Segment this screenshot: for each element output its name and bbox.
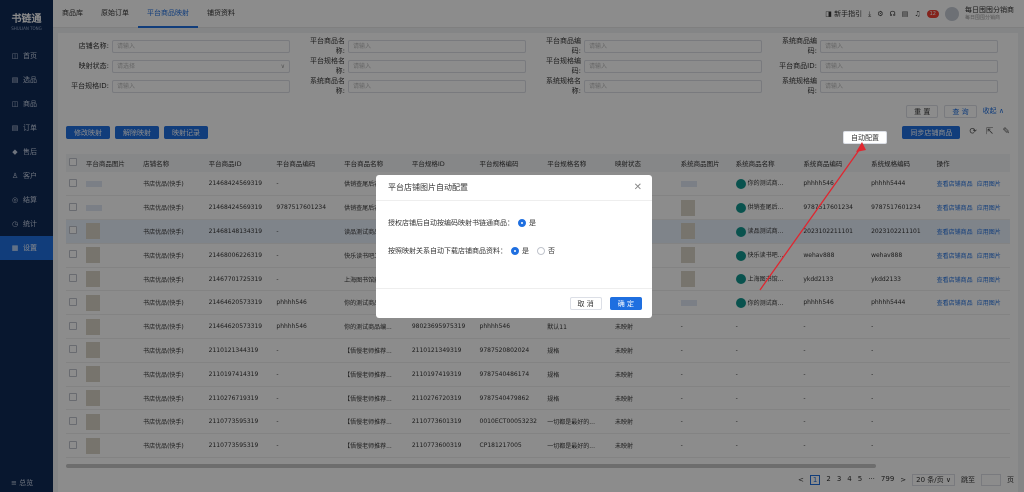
auto-map-yes-label[interactable]: 是 bbox=[529, 218, 536, 228]
auto-download-yes-label[interactable]: 是 bbox=[522, 246, 529, 256]
auto-download-yes-radio[interactable] bbox=[511, 247, 519, 255]
auto-config-modal: 平台店铺图片自动配置 ✕ 授权店铺后自动按编码映射书链通商品： 是 按照映射关系… bbox=[376, 175, 652, 318]
modal-title: 平台店铺图片自动配置 bbox=[388, 183, 468, 192]
auto-download-no-radio[interactable] bbox=[537, 247, 545, 255]
close-icon[interactable]: ✕ bbox=[634, 182, 642, 193]
auto-map-row: 授权店铺后自动按编码映射书链通商品： 是 bbox=[388, 213, 640, 233]
auto-download-no-label[interactable]: 否 bbox=[548, 246, 555, 256]
confirm-button[interactable]: 确 定 bbox=[609, 297, 642, 310]
auto-map-label: 授权店铺后自动按编码映射书链通商品： bbox=[388, 219, 514, 227]
auto-config-button[interactable]: 自动配置 bbox=[843, 131, 887, 144]
auto-download-row: 按照映射关系自动下载店铺商品资料： 是 否 bbox=[388, 241, 640, 261]
auto-map-yes-radio[interactable] bbox=[518, 219, 526, 227]
cancel-button[interactable]: 取 消 bbox=[569, 297, 602, 310]
auto-download-label: 按照映射关系自动下载店铺商品资料： bbox=[388, 247, 507, 255]
